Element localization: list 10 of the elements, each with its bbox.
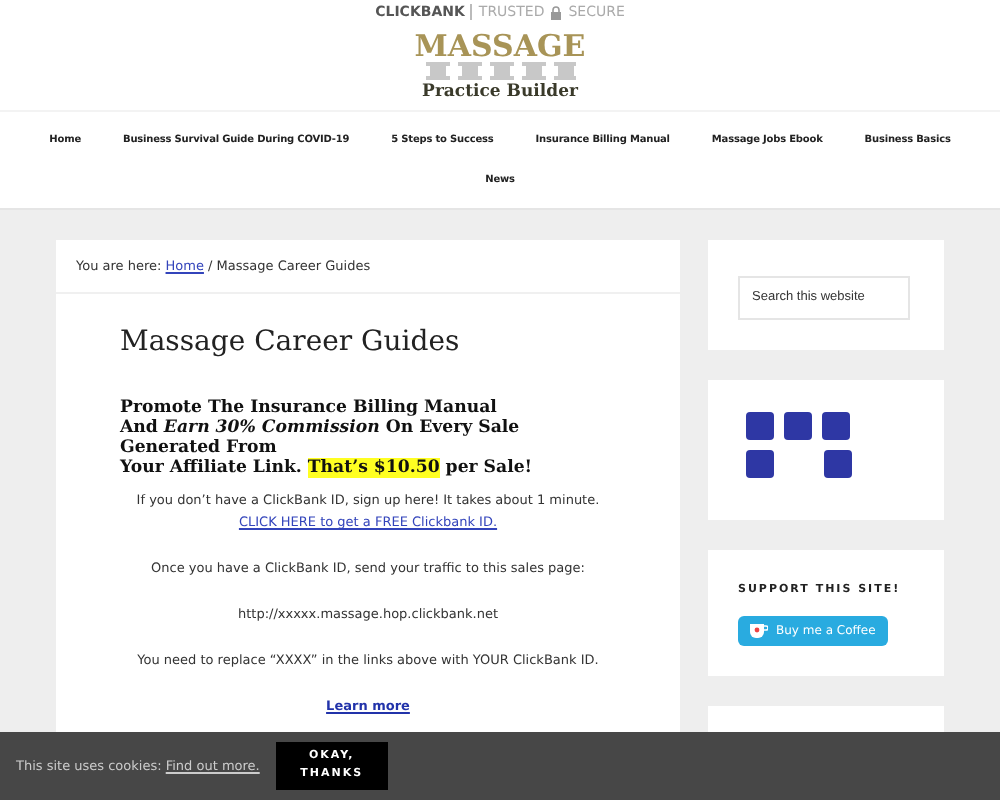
logo-subtitle[interactable]: Practice Builder	[422, 82, 578, 102]
social-icon[interactable]	[746, 449, 774, 477]
social-icon[interactable]	[822, 411, 850, 439]
social-icon[interactable]	[746, 411, 774, 439]
cup-icon	[750, 623, 768, 637]
lock-icon	[550, 5, 563, 19]
page-title: Massage Career Guides	[120, 326, 462, 358]
promo-heading: Promote The Insurance Billing Manual And Earn 30% Commission On Every Sale Generated From Your Affiliate Link. That’s $10.50 per Sale!	[120, 398, 535, 478]
social-icon[interactable]	[784, 411, 812, 439]
social-icon[interactable]	[824, 449, 852, 477]
